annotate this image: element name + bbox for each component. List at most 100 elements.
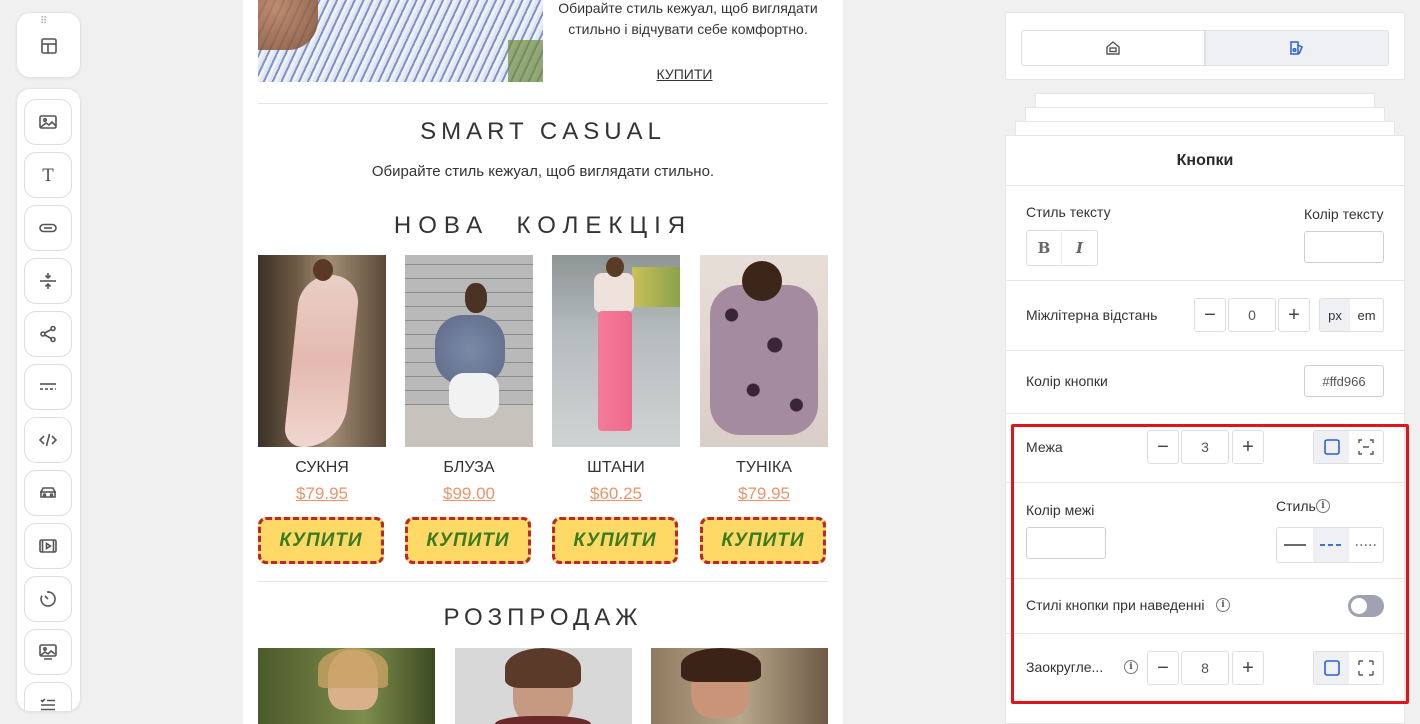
info-icon[interactable]: i xyxy=(1216,598,1230,612)
tab-content[interactable] xyxy=(1021,30,1205,66)
row-separator xyxy=(1006,482,1404,483)
layout-icon[interactable] xyxy=(36,33,62,59)
row-separator xyxy=(1006,578,1404,579)
product-price[interactable]: $99.00 xyxy=(405,484,533,504)
product-name: СУКНЯ xyxy=(295,459,349,476)
rounding-input[interactable]: 8 xyxy=(1181,651,1229,685)
border-style-solid-option[interactable] xyxy=(1277,528,1313,562)
divider-block-icon[interactable] xyxy=(24,364,72,410)
separate-corners-icon xyxy=(1358,660,1374,676)
border-label: Межа xyxy=(1026,439,1063,455)
italic-button[interactable]: I xyxy=(1062,231,1097,265)
product-price[interactable]: $60.25 xyxy=(552,484,680,504)
product-card: ТУНІКА $79.95 КУПИТИ xyxy=(700,255,828,564)
product-image[interactable] xyxy=(258,255,386,447)
button-block-icon[interactable] xyxy=(24,205,72,251)
border-increase-button[interactable]: + xyxy=(1232,430,1264,464)
product-card: СУКНЯ $79.95 КУПИТИ xyxy=(258,255,386,564)
svg-text:T: T xyxy=(42,166,54,186)
panel-title: Кнопки xyxy=(1006,136,1404,186)
solid-line-icon xyxy=(1284,544,1306,546)
border-width-input[interactable]: 3 xyxy=(1181,430,1229,464)
sale-image[interactable] xyxy=(651,648,828,724)
rounding-individual-corners-option[interactable] xyxy=(1349,652,1383,684)
button-color-input[interactable]: #ffd966 xyxy=(1304,365,1384,397)
letter-spacing-input[interactable]: 0 xyxy=(1228,298,1276,332)
buy-button[interactable]: КУПИТИ xyxy=(552,517,678,564)
content-tab-icon xyxy=(1106,41,1120,55)
bold-button[interactable]: B xyxy=(1027,231,1062,265)
border-decrease-button[interactable]: − xyxy=(1147,430,1179,464)
unit-em-option[interactable]: em xyxy=(1350,299,1383,331)
product-image[interactable] xyxy=(405,255,533,447)
hero-image[interactable] xyxy=(258,0,543,82)
list-block-icon[interactable] xyxy=(24,682,72,711)
panel-tabs xyxy=(1005,12,1405,80)
hover-styles-label: Стилі кнопки при наведенні xyxy=(1026,597,1205,613)
hover-styles-toggle[interactable] xyxy=(1348,595,1384,617)
hero-image-detail xyxy=(508,40,543,82)
rounding-decrease-button[interactable]: − xyxy=(1147,651,1179,685)
info-icon[interactable]: i xyxy=(1316,499,1330,513)
text-color-input[interactable] xyxy=(1304,231,1384,263)
letter-spacing-label: Міжлітерна відстань xyxy=(1026,307,1158,323)
rounding-all-corners-option[interactable] xyxy=(1314,652,1349,684)
hero-buy-link[interactable]: КУПИТИ xyxy=(543,66,826,82)
text-style-group: B I xyxy=(1026,230,1098,266)
sale-image[interactable] xyxy=(258,648,435,724)
dashed-line-icon xyxy=(1320,544,1342,546)
letter-spacing-decrease-button[interactable]: − xyxy=(1194,298,1226,332)
tab-styles[interactable] xyxy=(1205,30,1389,66)
border-style-label: Стиль xyxy=(1276,498,1316,514)
button-color-label: Колір кнопки xyxy=(1026,373,1108,389)
social-block-icon[interactable] xyxy=(24,311,72,357)
button-settings-panel: Кнопки Стиль тексту B I Колір тексту Між… xyxy=(1005,135,1405,724)
video-block-icon[interactable] xyxy=(24,523,72,569)
border-individual-sides-option[interactable] xyxy=(1349,431,1383,463)
row-separator xyxy=(1006,633,1404,634)
row-separator xyxy=(1006,413,1404,414)
toolbar-top: ⠿ xyxy=(16,12,81,78)
product-card: БЛУЗА $99.00 КУПИТИ xyxy=(405,255,533,564)
buy-button[interactable]: КУПИТИ xyxy=(258,517,384,564)
product-image[interactable] xyxy=(700,255,828,447)
product-price[interactable]: $79.95 xyxy=(700,484,828,504)
divider xyxy=(258,581,828,582)
smart-casual-text: Обирайте стиль кежуал, щоб виглядати сти… xyxy=(371,163,715,180)
square-icon xyxy=(1323,660,1340,676)
letter-spacing-increase-button[interactable]: + xyxy=(1278,298,1310,332)
product-name: БЛУЗА xyxy=(443,459,495,476)
border-color-input[interactable] xyxy=(1026,527,1106,559)
divider xyxy=(258,103,828,104)
info-icon[interactable]: i xyxy=(1124,660,1138,674)
buy-button[interactable]: КУПИТИ xyxy=(700,517,826,564)
smart-casual-heading: SMART CASUAL xyxy=(420,118,666,145)
spacer-block-icon[interactable] xyxy=(24,258,72,304)
border-style-toggle xyxy=(1276,527,1384,563)
banner-block-icon[interactable] xyxy=(24,629,72,675)
separate-sides-icon xyxy=(1358,439,1374,455)
product-price[interactable]: $79.95 xyxy=(258,484,386,504)
square-icon xyxy=(1323,439,1340,455)
text-color-label: Колір тексту xyxy=(1304,206,1384,222)
hero-image-detail xyxy=(258,0,318,50)
border-all-sides-option[interactable] xyxy=(1314,431,1349,463)
html-block-icon[interactable] xyxy=(24,417,72,463)
border-style-dotted-option[interactable] xyxy=(1349,528,1383,562)
sale-image[interactable] xyxy=(455,648,632,724)
rounding-corners-toggle xyxy=(1313,651,1384,685)
timer-block-icon[interactable] xyxy=(24,576,72,622)
rounding-increase-button[interactable]: + xyxy=(1232,651,1264,685)
blocks-toolbar: T xyxy=(16,88,81,712)
buy-button[interactable]: КУПИТИ xyxy=(405,517,531,564)
hero-description: Обирайте стиль кежуал, щоб виглядати сти… xyxy=(558,0,818,37)
image-block-icon[interactable] xyxy=(24,99,72,145)
product-image[interactable] xyxy=(552,255,680,447)
unit-px-option[interactable]: px xyxy=(1320,299,1350,331)
border-style-dashed-option[interactable] xyxy=(1313,528,1349,562)
drag-handle-icon[interactable]: ⠿ xyxy=(40,17,48,27)
menu-block-icon[interactable] xyxy=(24,470,72,516)
row-separator xyxy=(1006,280,1404,281)
text-block-icon[interactable]: T xyxy=(24,152,72,198)
product-card: ШТАНИ $60.25 КУПИТИ xyxy=(552,255,680,564)
